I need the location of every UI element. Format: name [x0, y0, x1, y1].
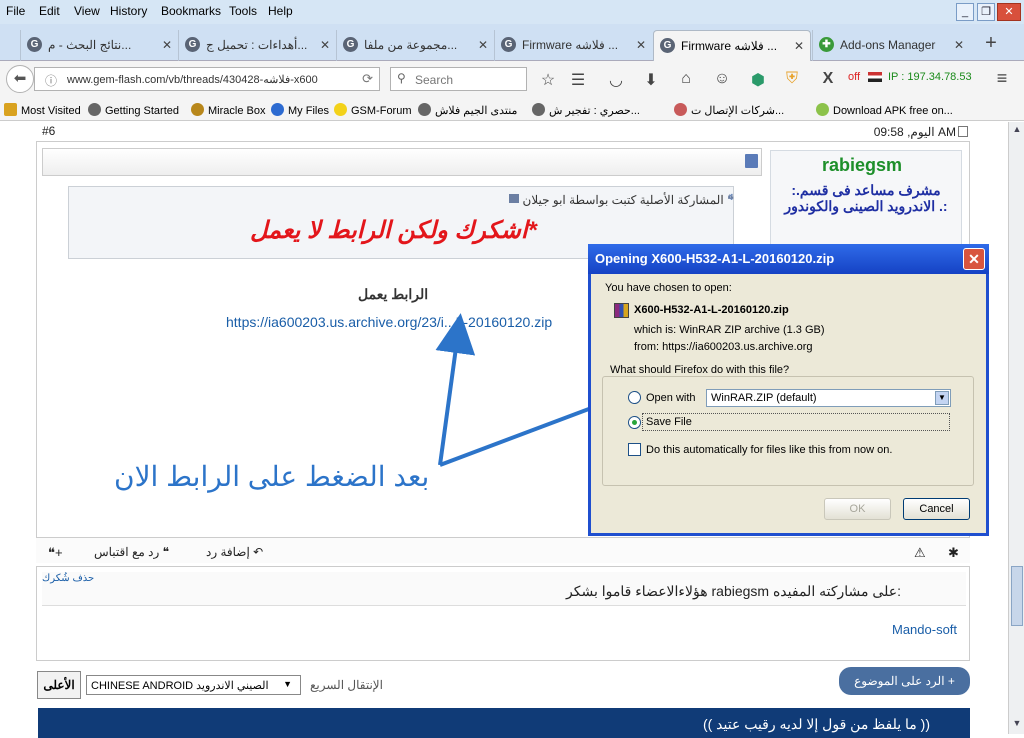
thanks-text: هؤلاءالاعضاء قاموا بشكر rabiegsm على مشا… — [566, 583, 901, 599]
scroll-down-icon[interactable]: ▼ — [1011, 718, 1023, 732]
plus-icon: + — [947, 674, 955, 688]
dialog-title: Opening X600-H532-A1-L-20160120.zip — [595, 251, 835, 266]
reply-to-thread-button[interactable]: الرد على الموضوع + — [839, 667, 970, 695]
ok-button[interactable]: OK — [824, 498, 891, 520]
auto-checkbox[interactable] — [628, 443, 641, 456]
winrar-icon — [614, 303, 629, 318]
thanks-user-link[interactable]: Mando-soft — [892, 622, 957, 637]
auto-label[interactable]: Do this automatically for files like thi… — [646, 444, 892, 456]
open-with-label[interactable]: Open with — [646, 392, 696, 404]
scrollbar-thumb[interactable] — [1011, 566, 1023, 626]
chosen-label: You have chosen to open: — [605, 282, 732, 294]
rate-star-icon[interactable]: ✱ — [948, 545, 959, 561]
quote-reply-label: رد مع اقتباس — [94, 545, 160, 559]
arrow-to-link — [435, 313, 476, 466]
report-warning-icon[interactable]: ⚠ — [914, 545, 926, 561]
multi-quote-icon[interactable]: ❝+ — [48, 545, 63, 561]
open-with-select[interactable]: WinRAR.ZIP (default) ▼ — [706, 389, 951, 407]
scroll-up-icon[interactable]: ▲ — [1011, 124, 1023, 138]
save-file-radio[interactable] — [628, 416, 641, 429]
quote-reply-button[interactable]: رد مع اقتباس ❝ — [94, 545, 169, 559]
reply-to-thread-label: الرد على الموضوع — [854, 674, 945, 688]
username[interactable]: rabiegsm — [822, 155, 902, 176]
reply-button[interactable]: إضافة رد ↶ — [206, 545, 263, 559]
dropdown-arrow-icon: ▼ — [283, 679, 292, 689]
reply-label: إضافة رد — [206, 545, 250, 559]
reply-arrow-icon: ↶ — [253, 545, 264, 559]
dropdown-arrow-icon: ▼ — [935, 391, 949, 405]
save-file-label[interactable]: Save File — [646, 416, 692, 428]
footer-banner-text: (( ما يلفظ من قول إلا لديه رقيب عتيد )) — [702, 716, 930, 732]
cancel-button[interactable]: Cancel — [903, 498, 970, 520]
vertical-scrollbar[interactable]: ▲ ▼ — [1008, 122, 1024, 734]
file-type: which is: WinRAR ZIP archive (1.3 GB) — [634, 324, 825, 336]
open-with-radio[interactable] — [628, 391, 641, 404]
file-source: from: https://ia600203.us.archive.org — [634, 341, 813, 353]
user-title: :.مشرف مساعد فى قسم الاندرويد الصينى وال… — [784, 182, 948, 214]
quick-jump-label: الإنتقال السريع — [310, 678, 383, 692]
dialog-close-button[interactable]: ✕ — [963, 248, 985, 270]
file-name: X600-H532-A1-L-20160120.zip — [634, 304, 789, 316]
remove-thanks-link[interactable]: حذف شُكرك — [42, 573, 94, 584]
quick-jump-value: CHINESE ANDROID الصيني الاندرويد — [91, 680, 269, 692]
post-actions-bar: ❝+ رد مع اقتباس ❝ إضافة رد ↶ ⚠ ✱ — [36, 537, 970, 563]
dialog-title-bar[interactable]: Opening X600-H532-A1-L-20160120.zip — [588, 244, 989, 274]
action-question: What should Firefox do with this file? — [608, 364, 792, 376]
go-top-button[interactable]: الأعلى — [37, 671, 81, 699]
quick-jump-select[interactable]: CHINESE ANDROID الصيني الاندرويد ▼ — [86, 675, 301, 695]
quote-icon: ❝ — [162, 545, 170, 559]
open-with-value: WinRAR.ZIP (default) — [711, 392, 817, 404]
